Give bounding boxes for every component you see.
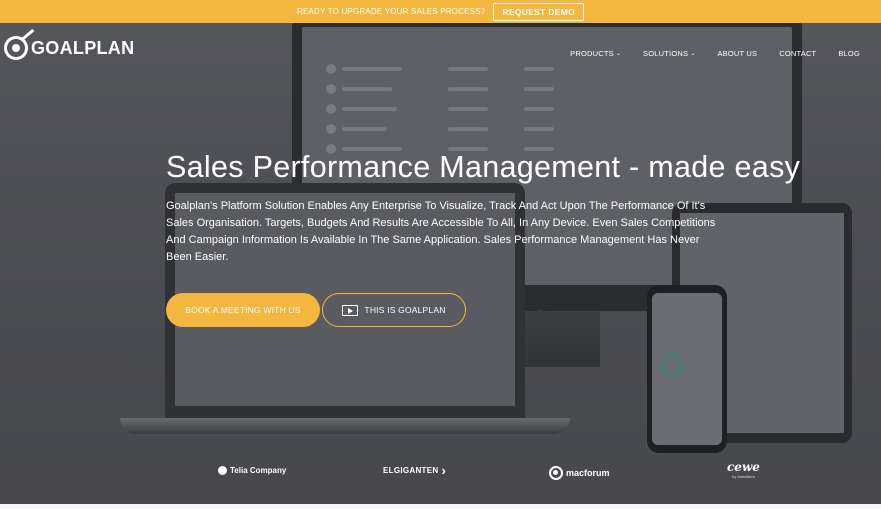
client-logos: Telia Company ELGIGANTEN › macforum cewe… (0, 458, 881, 488)
telia-logo: Telia Company (218, 466, 286, 475)
nav-item-label: BLOG (838, 49, 860, 58)
request-demo-button[interactable]: REQUEST DEMO (493, 2, 584, 21)
nav-item-solutions[interactable]: SOLUTIONS ⌄ (632, 49, 706, 58)
nav-item-label: ABOUT US (717, 49, 758, 58)
this-is-goalplan-label: THIS IS GOALPLAN (364, 305, 446, 315)
donut-chart-icon (660, 353, 684, 377)
mockup-row (326, 101, 772, 117)
macforum-logo: macforum (549, 466, 610, 480)
nav-item-about-us[interactable]: ABOUT US (706, 49, 768, 58)
hero-description: Goalplan's Platform Solution Enables Any… (166, 200, 716, 263)
nav-item-contact[interactable]: CONTACT (768, 49, 827, 58)
phone-mockup (647, 285, 727, 453)
chevron-right-icon: › (441, 462, 447, 478)
elgiganten-logo: ELGIGANTEN › (383, 462, 447, 478)
brand-logo[interactable]: GOALPLAN (4, 28, 135, 60)
macforum-name: macforum (566, 468, 610, 478)
mockup-row (326, 121, 772, 137)
video-icon (342, 304, 359, 316)
chevron-down-icon: ⌄ (690, 51, 696, 57)
main-navigation: GOALPLAN PRODUCTS ⌄ SOLUTIONS ⌄ ABOUT US… (0, 23, 881, 81)
cewe-name: cewe (727, 460, 760, 474)
telia-name: Telia Company (230, 466, 287, 475)
phone-screen (652, 293, 722, 445)
book-meeting-button[interactable]: BOOK A MEETING WITH US (166, 293, 320, 327)
nav-item-label: CONTACT (779, 49, 817, 58)
brand-name: GOALPLAN (31, 37, 135, 58)
nav-item-label: PRODUCTS (570, 49, 614, 58)
telia-mark-icon (218, 466, 227, 475)
goalplan-logo-icon (4, 28, 35, 60)
chevron-down-icon: ⌄ (615, 51, 622, 57)
hero-title: Sales Performance Management - made easy (166, 150, 801, 184)
cewe-subtitle: by zwedform (732, 474, 755, 479)
nav-item-products[interactable]: PRODUCTS ⌄ (559, 49, 632, 58)
laptop-base (120, 418, 570, 434)
macforum-mark-icon (549, 466, 563, 480)
nav-item-blog[interactable]: BLOG (827, 49, 871, 58)
this-is-goalplan-button[interactable]: THIS IS GOALPLAN (322, 293, 466, 327)
mockup-row (326, 81, 772, 97)
apple-logo-icon: ● (532, 298, 548, 328)
nav-item-label: SOLUTIONS (643, 49, 689, 58)
nav-menu: PRODUCTS ⌄ SOLUTIONS ⌄ ABOUT US CONTACT … (559, 49, 871, 58)
announcement-text: READY TO UPGRADE YOUR SALES PROCESS? (296, 7, 486, 16)
page-bottom-edge (0, 504, 881, 509)
elgiganten-name: ELGIGANTEN (383, 466, 439, 475)
announcement-bar: READY TO UPGRADE YOUR SALES PROCESS? REQ… (0, 0, 881, 23)
hero-background: ● (0, 23, 881, 509)
cewe-logo: cewe by zwedform (727, 460, 760, 479)
